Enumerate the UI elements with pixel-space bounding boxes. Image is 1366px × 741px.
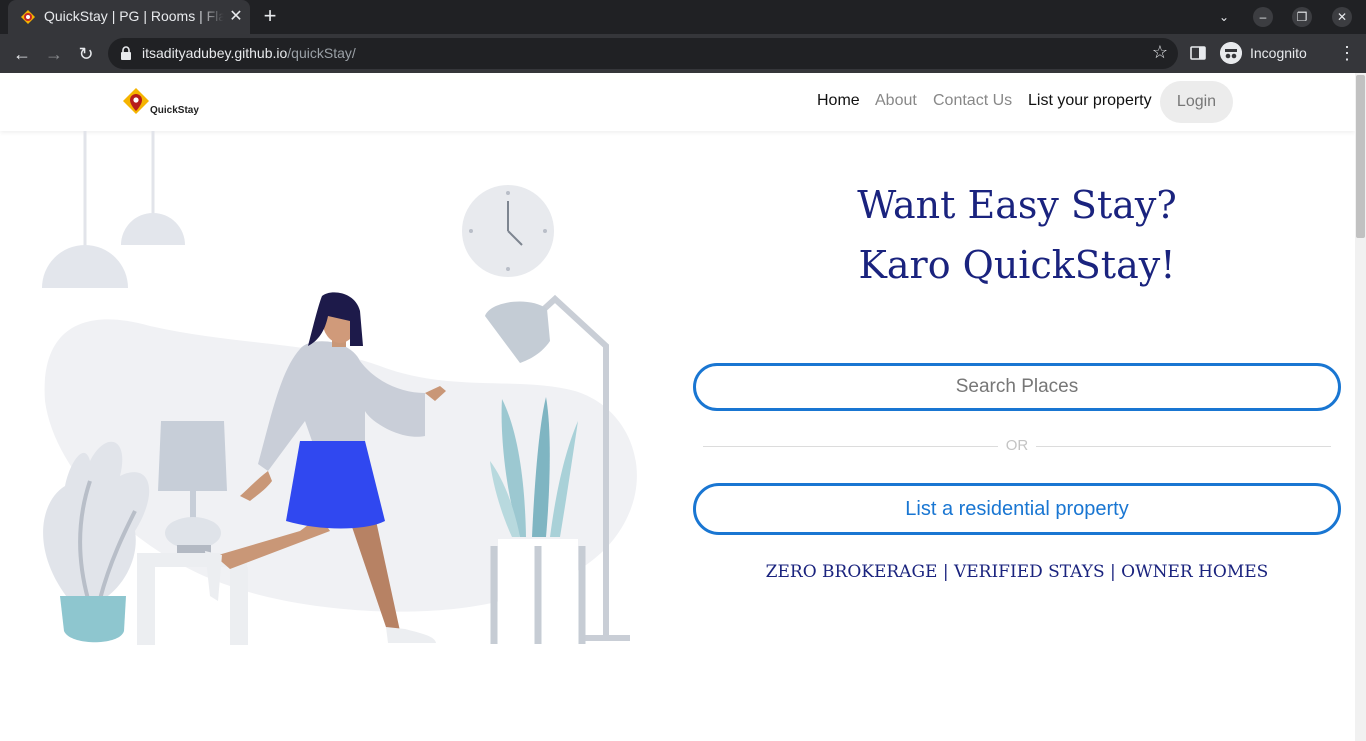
or-label-text: OR <box>997 437 1037 454</box>
site-navbar: QuickStay Home About Contact Us List you… <box>0 73 1355 131</box>
reload-icon[interactable]: ↻ <box>74 42 98 66</box>
close-icon[interactable]: ✕ <box>226 7 246 27</box>
site-logo[interactable]: QuickStay <box>122 87 202 119</box>
incognito-icon[interactable] <box>1220 42 1242 64</box>
forward-arrow-icon[interactable]: → <box>42 42 66 66</box>
list-property-button[interactable]: List a residential property <box>693 483 1341 535</box>
nav-about-link[interactable]: About <box>875 92 917 110</box>
more-menu-icon[interactable]: ⋮ <box>1338 42 1356 64</box>
pendant-lamp-right <box>121 213 185 245</box>
tab-search-icon[interactable]: ⌄ <box>1214 7 1234 27</box>
wall-clock-icon <box>462 185 554 277</box>
search-places-field[interactable] <box>693 363 1341 411</box>
minimize-icon[interactable]: – <box>1253 7 1273 27</box>
lock-icon <box>121 46 131 60</box>
pendant-lamp-left <box>42 245 128 288</box>
quickstay-favicon-icon <box>21 10 35 24</box>
incognito-label: Incognito <box>1250 45 1307 61</box>
or-label: OR <box>693 436 1341 456</box>
hero-illustration <box>42 131 637 645</box>
side-panel-icon[interactable] <box>1190 45 1206 61</box>
back-arrow-icon[interactable]: ← <box>10 42 34 66</box>
url-text: itsadityadubey.github.io/quickStay/ <box>142 45 356 61</box>
login-button[interactable]: Login <box>1160 81 1233 123</box>
search-input[interactable] <box>696 366 1338 408</box>
bookmark-star-icon[interactable]: ☆ <box>1152 42 1168 63</box>
page-viewport: QuickStay Home About Contact Us List you… <box>0 73 1366 741</box>
browser-toolbar: ← → ↻ itsadityadubey.github.io/quickStay… <box>0 34 1366 73</box>
url-path: /quickStay/ <box>287 45 356 61</box>
browser-tab[interactable]: QuickStay | PG | Rooms | Flats ✕ <box>8 0 250 34</box>
nav-home-link[interactable]: Home <box>817 92 860 110</box>
quickstay-logo-icon <box>123 88 149 114</box>
nav-contact-link[interactable]: Contact Us <box>933 92 1012 110</box>
hero-headline-line2: Karo QuickStay! <box>858 243 1176 287</box>
hero-headline-line1: Want Easy Stay? <box>857 183 1177 227</box>
address-bar[interactable]: itsadityadubey.github.io/quickStay/ ☆ <box>108 38 1178 69</box>
nav-list-property-link[interactable]: List your property <box>1028 92 1152 110</box>
tagline: ZERO BROKERAGE | VERIFIED STAYS | OWNER … <box>765 562 1269 582</box>
browser-tab-strip: QuickStay | PG | Rooms | Flats ✕ + ⌄ – ❐… <box>0 0 1366 34</box>
or-divider: OR <box>693 436 1341 456</box>
plus-icon[interactable]: + <box>258 5 282 29</box>
page-scrollbar[interactable] <box>1355 73 1366 741</box>
logo-text: QuickStay <box>150 105 199 116</box>
scrollbar-thumb[interactable] <box>1356 75 1365 238</box>
tab-title: QuickStay | PG | Rooms | Flats <box>44 8 224 24</box>
url-host: itsadityadubey.github.io <box>142 45 288 61</box>
window-close-icon[interactable]: ✕ <box>1332 7 1352 27</box>
restore-icon[interactable]: ❐ <box>1292 7 1312 27</box>
